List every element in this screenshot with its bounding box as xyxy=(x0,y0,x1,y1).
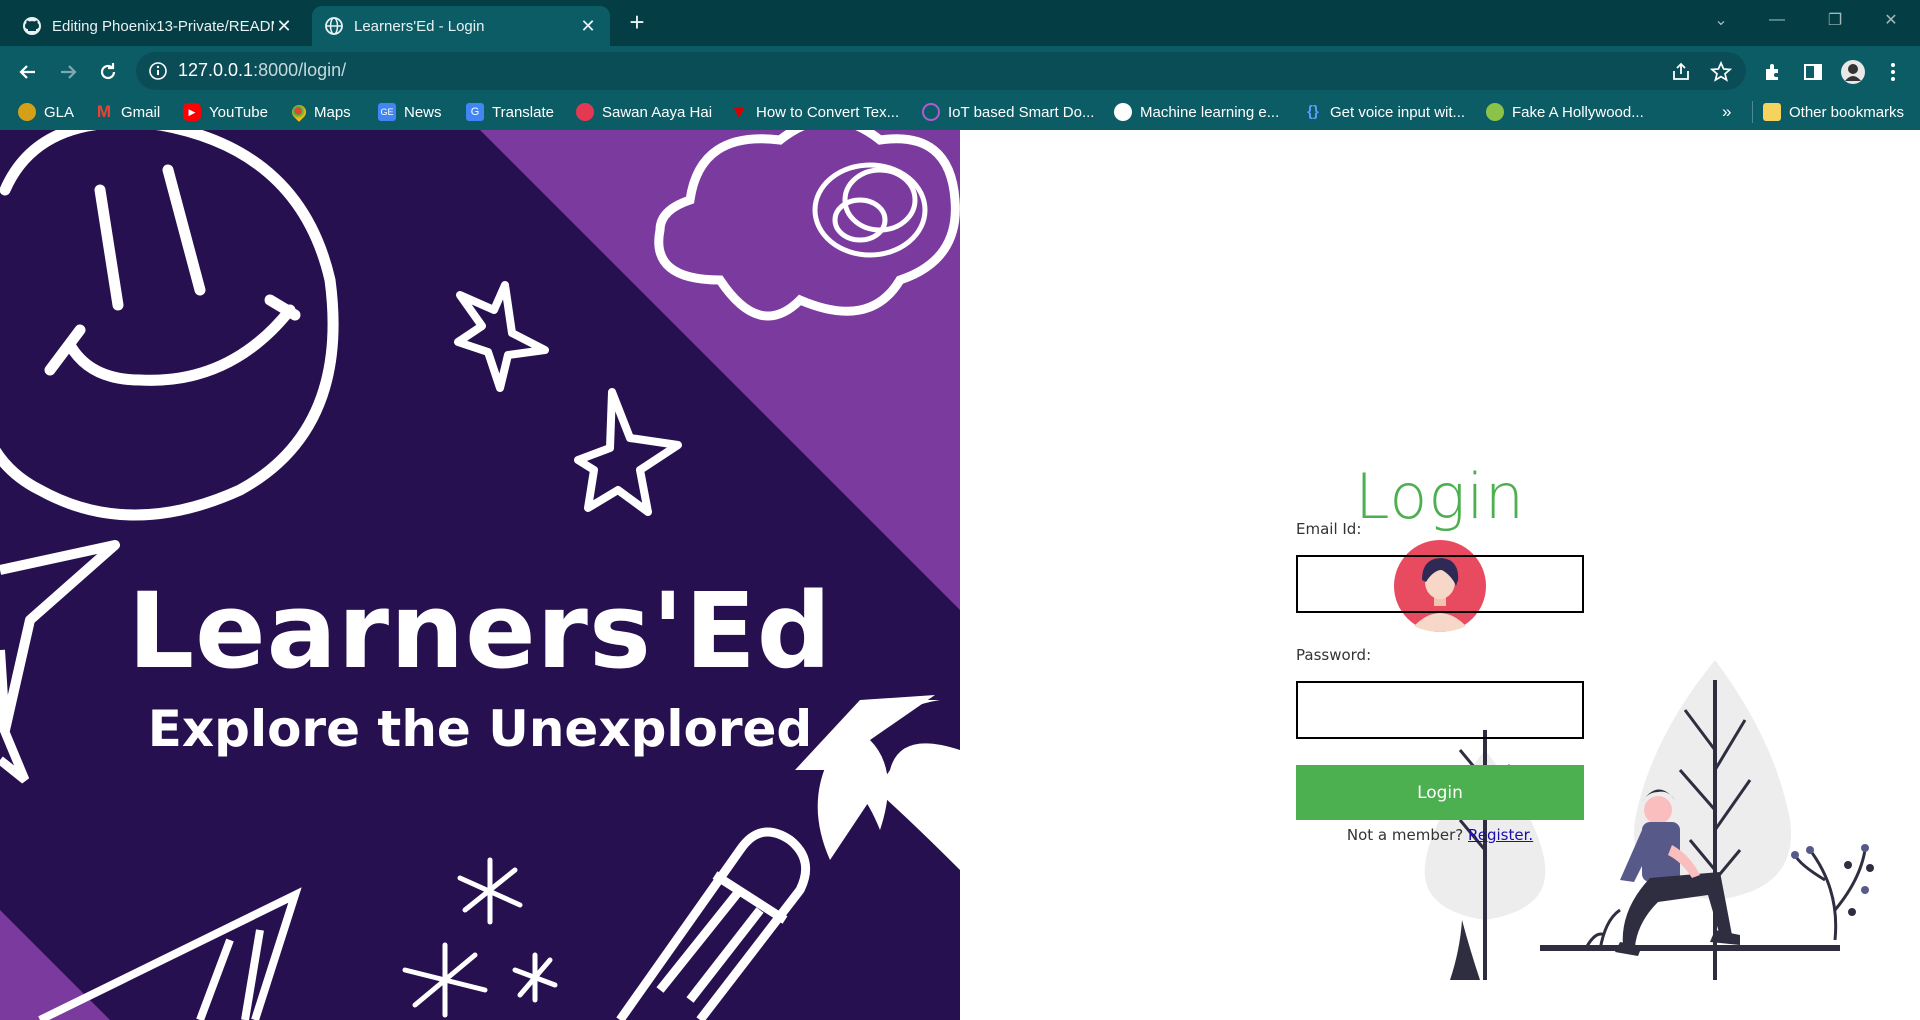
maps-icon xyxy=(289,102,309,122)
tab-title: Editing Phoenix13-Private/README xyxy=(52,17,274,35)
reload-icon xyxy=(100,63,116,80)
site-info-icon[interactable] xyxy=(148,61,168,81)
minimize-icon[interactable]: — xyxy=(1748,0,1806,40)
bookmark-iot-smart[interactable]: IoT based Smart Do... xyxy=(922,96,1094,128)
side-panel-icon xyxy=(1804,64,1822,80)
register-prompt: Not a member? Register. xyxy=(1296,826,1584,844)
close-window-icon[interactable]: ✕ xyxy=(1862,0,1920,40)
extensions-button[interactable] xyxy=(1756,54,1790,90)
reload-button[interactable] xyxy=(90,54,126,90)
tab-github-readme[interactable]: Editing Phoenix13-Private/README ✕ xyxy=(10,6,306,46)
other-bookmarks[interactable]: Other bookmarks xyxy=(1752,101,1904,123)
folder-icon xyxy=(1763,103,1781,121)
news-icon: GE xyxy=(378,103,396,121)
gmail-icon: M xyxy=(96,102,112,121)
login-heading: Login xyxy=(1354,460,1526,533)
hero-tagline: Explore the Unexplored xyxy=(147,700,813,758)
tab-search-chevron-icon[interactable]: ⌄ xyxy=(1692,0,1750,40)
bookmark-get-voice-input[interactable]: {} Get voice input wit... xyxy=(1304,96,1465,128)
kebab-menu-icon xyxy=(1891,63,1895,81)
avatar xyxy=(1841,60,1865,84)
fake-icon xyxy=(1486,103,1504,121)
globe-icon xyxy=(1114,103,1132,121)
bookmark-fake-hollywood[interactable]: Fake A Hollywood... xyxy=(1486,96,1644,128)
close-tab-icon[interactable]: ✕ xyxy=(274,16,294,36)
globe-icon xyxy=(325,17,343,35)
bookmark-star-icon[interactable] xyxy=(1710,61,1732,83)
bookmark-how-to-convert[interactable]: ▼ How to Convert Tex... xyxy=(730,96,899,128)
back-button[interactable] xyxy=(10,54,46,90)
back-arrow-icon xyxy=(19,65,35,79)
music-icon xyxy=(576,103,594,121)
side-panel-button[interactable] xyxy=(1796,54,1830,90)
bookmark-news[interactable]: GE News xyxy=(378,96,442,128)
puzzle-icon xyxy=(1766,64,1778,80)
bookmark-machine-learning[interactable]: Machine learning e... xyxy=(1114,96,1279,128)
youtube-icon: ▶ xyxy=(183,103,201,121)
bookmark-translate[interactable]: G Translate xyxy=(466,96,554,128)
password-label: Password: xyxy=(1296,646,1372,664)
browser-toolbar: 127.0.0.1:8000/login/ GLA M Gmail ▶ YouTub… xyxy=(0,46,1920,130)
hero-banner: Learners'Ed Explore the Unexplored xyxy=(0,130,960,1020)
tab-title: Learners'Ed - Login xyxy=(354,17,485,35)
bookmark-gmail[interactable]: M Gmail xyxy=(95,96,160,128)
bookmark-youtube[interactable]: ▶ YouTube xyxy=(183,96,268,128)
translate-icon: G xyxy=(466,103,484,121)
email-field[interactable] xyxy=(1296,555,1584,613)
register-link[interactable]: Register. xyxy=(1468,826,1533,844)
hero-brand-title: Learners'Ed xyxy=(127,570,833,692)
bookmark-sawan-aaya-hai[interactable]: Sawan Aaya Hai xyxy=(576,96,712,128)
login-button[interactable]: Login xyxy=(1296,765,1584,820)
address-bar[interactable]: 127.0.0.1:8000/login/ xyxy=(136,52,1746,90)
close-tab-icon[interactable]: ✕ xyxy=(578,16,598,36)
red-v-icon: ▼ xyxy=(730,102,748,122)
forward-arrow-icon xyxy=(61,65,77,79)
forward-button[interactable] xyxy=(50,54,86,90)
bookmarks-bar: GLA M Gmail ▶ YouTube Maps GE News G Transla… xyxy=(0,96,1920,128)
not-a-member-text: Not a member? xyxy=(1346,826,1464,844)
password-field[interactable] xyxy=(1296,681,1584,739)
bookmark-maps[interactable]: Maps xyxy=(289,96,351,128)
gla-icon xyxy=(18,103,36,121)
iot-icon xyxy=(922,103,940,121)
tab-learners-login[interactable]: Learners'Ed - Login ✕ xyxy=(312,6,610,46)
email-label: Email Id: xyxy=(1296,520,1362,538)
share-icon[interactable] xyxy=(1670,61,1692,83)
braces-icon: {} xyxy=(1307,103,1319,120)
more-bookmarks-button[interactable]: » xyxy=(1722,96,1731,128)
url-text[interactable]: 127.0.0.1:8000/login/ xyxy=(178,60,346,81)
bookmark-gla[interactable]: GLA xyxy=(18,96,74,128)
github-icon xyxy=(23,17,41,35)
tab-strip: Editing Phoenix13-Private/README ✕ Learn… xyxy=(0,0,1920,46)
page-content: Learners'Ed Explore the Unexplored Login… xyxy=(0,130,1920,1020)
restore-icon[interactable]: ❐ xyxy=(1806,0,1864,40)
profile-button[interactable] xyxy=(1836,54,1870,90)
menu-button[interactable] xyxy=(1876,54,1910,90)
new-tab-button[interactable]: + xyxy=(624,9,650,36)
